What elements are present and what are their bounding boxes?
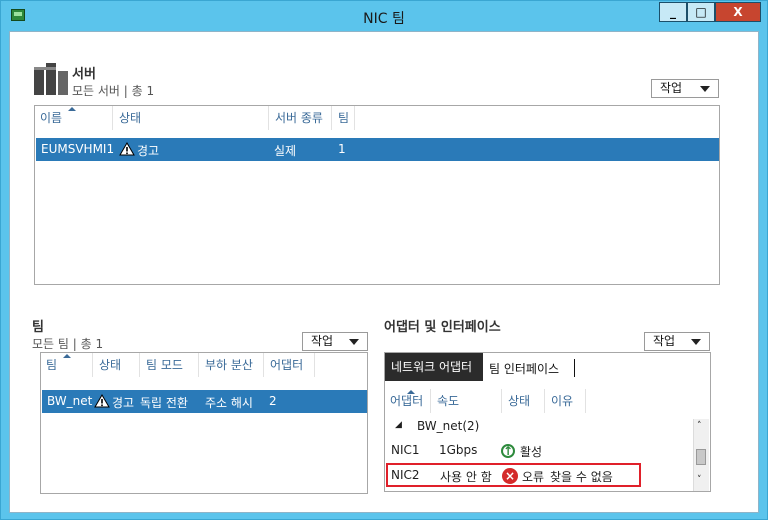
chevron-down-icon — [691, 339, 701, 345]
group-row[interactable]: ◢ BW_net(2) — [395, 417, 685, 437]
error-x-icon: × — [502, 468, 518, 484]
client-area: 서버 모든 서버 | 총 1 작업 이름 상태 서버 종류 팀 EUMSVHMI… — [9, 31, 759, 513]
server-name: EUMSVHMI1 — [41, 142, 115, 156]
nic-team-window: NIC 팀 _ □ X 서버 모든 서버 | 총 1 작업 이름 상태 서버 종… — [0, 0, 768, 520]
adapters-panel: 네트워크 어댑터 팀 인터페이스 어댑터 속도 상태 이유 ◢ BW_net(2… — [384, 352, 711, 492]
col-header-name[interactable]: 이름 — [35, 106, 113, 130]
team-status: 경고 — [112, 396, 135, 410]
servers-grid: 이름 상태 서버 종류 팀 EUMSVHMI1 경고 실제 1 — [34, 105, 720, 285]
team-mode: 독립 전환 — [140, 396, 188, 410]
col-header-teams[interactable]: 팀 — [333, 106, 355, 130]
servers-title: 서버 — [72, 67, 96, 82]
server-type: 실제 — [274, 144, 297, 158]
col-header-reason[interactable]: 이유 — [546, 389, 586, 413]
sort-ascending-icon — [63, 354, 71, 358]
adapter-speed: 사용 안 함 — [440, 470, 492, 484]
col-header-adapter[interactable]: 어댑터 — [385, 389, 431, 413]
col-header-speed[interactable]: 속도 — [432, 389, 502, 413]
scroll-thumb[interactable] — [696, 449, 706, 465]
close-button[interactable]: X — [715, 2, 761, 22]
servers-task-label: 작업 — [660, 81, 683, 95]
window-title: NIC 팀 — [363, 11, 405, 27]
teams-subtitle: 모든 팀 | 총 1 — [32, 337, 104, 351]
group-label: BW_net(2) — [417, 419, 480, 433]
col-header-status[interactable]: 상태 — [114, 106, 269, 130]
adapter-reason: 찾을 수 없음 — [550, 470, 613, 484]
adapter-state: 활성 — [520, 445, 543, 459]
col-header-team-status[interactable]: 상태 — [94, 353, 140, 377]
col-header-team-mode[interactable]: 팀 모드 — [141, 353, 199, 377]
sort-ascending-icon — [407, 390, 415, 394]
teams-task-label: 작업 — [311, 334, 334, 348]
teams-task-button[interactable]: 작업 — [302, 332, 368, 351]
col-header-state[interactable]: 상태 — [503, 389, 545, 413]
server-icon — [34, 63, 68, 95]
adapters-task-label: 작업 — [653, 334, 676, 348]
teams-title: 팀 — [32, 320, 44, 335]
adapter-name: NIC1 — [391, 443, 420, 457]
team-adapter-count: 2 — [269, 394, 277, 408]
table-row-highlighted[interactable]: NIC2 사용 안 함 × 오류 찾을 수 없음 — [386, 463, 641, 487]
warning-icon — [94, 394, 110, 408]
table-row[interactable]: NIC1 1Gbps ↑ 활성 — [391, 439, 691, 463]
expand-triangle-icon: ◢ — [395, 420, 402, 430]
col-header-server-type[interactable]: 서버 종류 — [270, 106, 332, 130]
adapter-speed: 1Gbps — [439, 443, 478, 457]
servers-task-button[interactable]: 작업 — [651, 79, 719, 98]
adapter-name: NIC2 — [391, 468, 420, 482]
tab-network-adapters[interactable]: 네트워크 어댑터 — [385, 353, 483, 381]
server-teams: 1 — [338, 142, 346, 156]
col-header-load-balancing[interactable]: 부하 분산 — [200, 353, 264, 377]
teams-grid: 팀 상태 팀 모드 부하 분산 어댑터 BW_net 경고 독립 전환 주소 해… — [40, 352, 368, 494]
tab-team-interfaces[interactable]: 팀 인터페이스 — [489, 360, 559, 377]
team-name: BW_net — [47, 394, 93, 408]
warning-icon — [119, 142, 135, 156]
adapters-task-button[interactable]: 작업 — [644, 332, 710, 351]
maximize-button[interactable]: □ — [687, 2, 715, 22]
tab-divider — [574, 359, 575, 377]
table-row[interactable]: EUMSVHMI1 경고 실제 1 — [36, 138, 719, 161]
sort-ascending-icon — [68, 107, 76, 111]
adapter-state: 오류 — [522, 470, 545, 484]
adapters-scrollbar[interactable]: ˄ ˅ — [693, 419, 709, 491]
chevron-down-icon — [700, 86, 710, 92]
server-status: 경고 — [137, 144, 160, 158]
col-header-team[interactable]: 팀 — [41, 353, 93, 377]
minimize-button[interactable]: _ — [659, 2, 687, 22]
adapters-title: 어댑터 및 인터페이스 — [384, 320, 501, 335]
team-load-balancing: 주소 해시 — [205, 396, 253, 410]
col-header-adapters[interactable]: 어댑터 — [265, 353, 315, 377]
servers-subtitle: 모든 서버 | 총 1 — [72, 84, 155, 98]
table-row[interactable]: BW_net 경고 독립 전환 주소 해시 2 — [42, 390, 367, 413]
up-arrow-circle-icon: ↑ — [501, 444, 515, 458]
chevron-down-icon — [349, 339, 359, 345]
scroll-up-icon[interactable]: ˄ — [697, 421, 702, 431]
window-controls: _ □ X — [659, 2, 761, 22]
title-bar[interactable]: NIC 팀 _ □ X — [1, 1, 767, 31]
scroll-down-icon[interactable]: ˅ — [697, 475, 702, 485]
